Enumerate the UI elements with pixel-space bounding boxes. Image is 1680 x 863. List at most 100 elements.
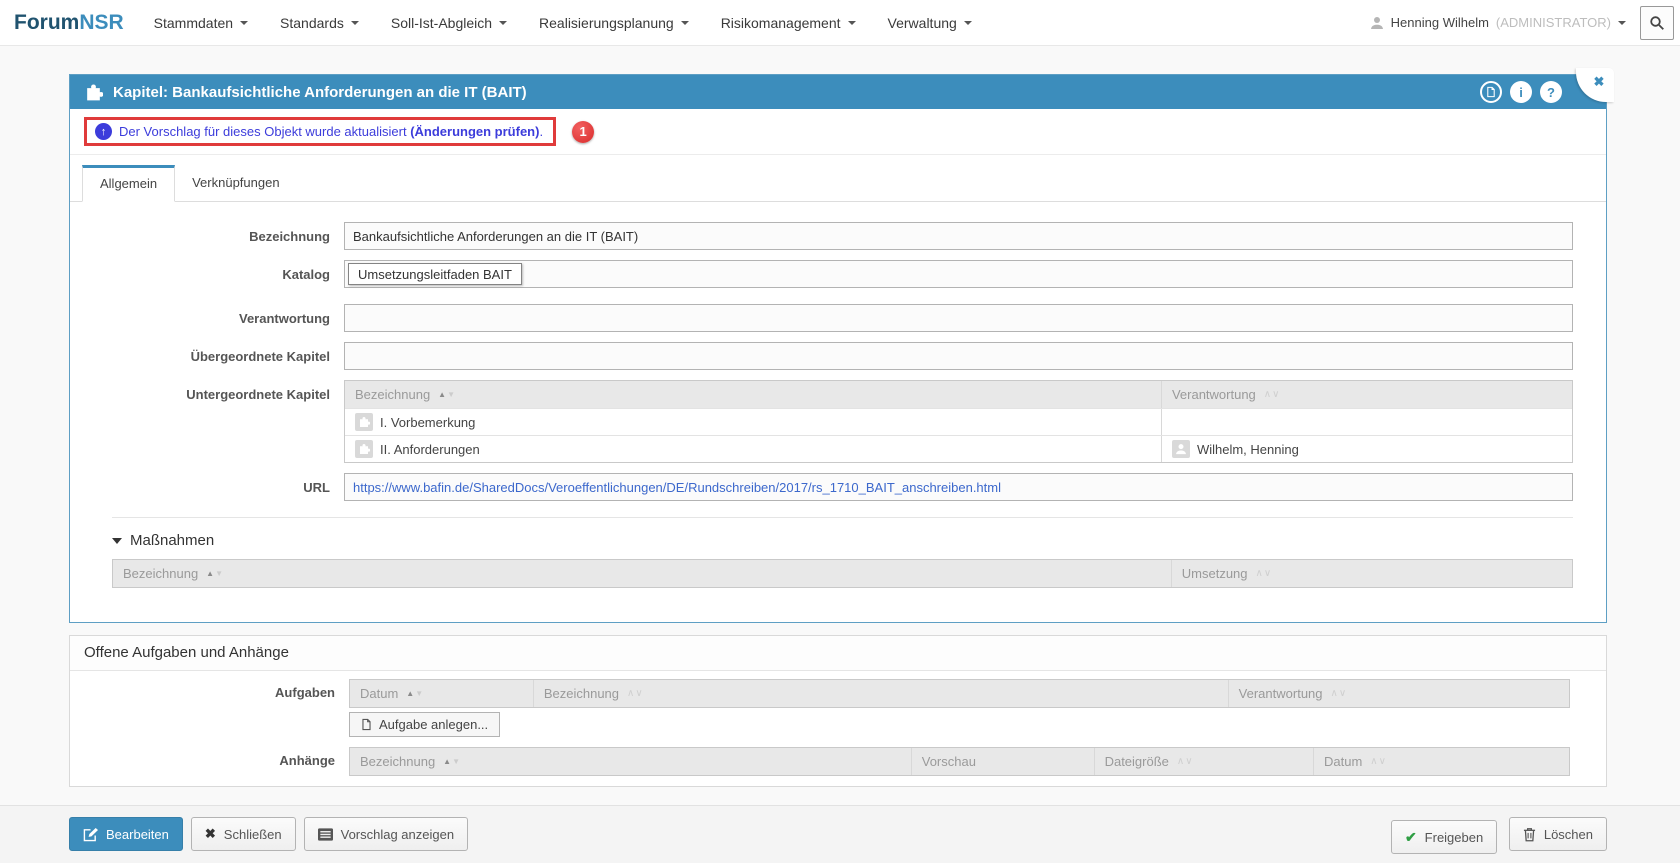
aufgaben-label: Aufgaben <box>84 679 349 700</box>
bezeichnung-label: Bezeichnung <box>112 222 344 244</box>
table-row[interactable]: II. Anforderungen Wilhelm, Henning <box>345 435 1572 462</box>
sort-asc-icon: ▲▼ <box>438 391 455 399</box>
sort-down-glyph: ▼ <box>215 570 223 578</box>
menu-soll-ist-abgleich[interactable]: Soll-Ist-Abgleich <box>391 15 507 31</box>
menu-label: Realisierungsplanung <box>539 15 674 31</box>
create-task-label: Aufgabe anlegen... <box>379 717 488 732</box>
aufgaben-table: Datum ▲▼ Bezeichnung ∧∨ Verantwortung ∧∨ <box>349 679 1570 708</box>
column-label: Bezeichnung <box>544 686 619 701</box>
logo-part-forum: Forum <box>14 11 79 34</box>
annotation-badge: 1 <box>572 121 594 143</box>
column-header-verantwortung[interactable]: Verantwortung ∧∨ <box>1228 680 1569 707</box>
action-bar: Bearbeiten ✖ Schließen Vorschlag anzeige… <box>0 805 1680 863</box>
kapitel-cell: II. Anforderungen <box>345 436 1161 462</box>
uebergeordnete-kapitel-label: Übergeordnete Kapitel <box>112 342 344 364</box>
verantwortung-label: Verantwortung <box>112 304 344 326</box>
main-menu: Stammdaten Standards Soll-Ist-Abgleich R… <box>154 15 972 31</box>
column-header-bezeichnung[interactable]: Bezeichnung ▲▼ <box>350 748 911 775</box>
sort-asc-icon: ▲▼ <box>443 758 460 766</box>
user-name: Henning Wilhelm <box>1391 15 1489 30</box>
tasks-panel-title: Offene Aufgaben und Anhänge <box>70 636 1606 671</box>
menu-label: Standards <box>280 15 344 31</box>
menu-risikomanagement[interactable]: Risikomanagement <box>721 15 856 31</box>
column-header-bezeichnung[interactable]: Bezeichnung ▲▼ <box>345 381 1161 408</box>
column-header-dateigroesse[interactable]: Dateigröße ∧∨ <box>1094 748 1313 775</box>
close-icon: ✖ <box>1594 74 1605 90</box>
menu-realisierungsplanung[interactable]: Realisierungsplanung <box>539 15 689 31</box>
action-bar-right: ✔ Freigeben Löschen <box>1391 817 1607 854</box>
kapitel-link[interactable]: I. Vorbemerkung <box>380 415 475 430</box>
info-button[interactable]: i <box>1510 81 1532 103</box>
tab-verknuepfungen[interactable]: Verknüpfungen <box>175 165 296 202</box>
schliessen-label: Schließen <box>224 827 282 842</box>
sort-down-glyph: ▼ <box>415 690 423 698</box>
sort-chevrons-icon: ∧∨ <box>1264 390 1281 400</box>
url-field[interactable] <box>344 473 1573 501</box>
column-label: Bezeichnung <box>123 566 198 581</box>
column-label: Umsetzung <box>1182 566 1248 581</box>
uebergeordnete-kapitel-field[interactable] <box>344 342 1573 370</box>
pdf-export-button[interactable] <box>1480 81 1502 103</box>
anhaenge-label: Anhänge <box>84 747 349 768</box>
info-icon: i <box>1519 85 1523 100</box>
check-icon: ✔ <box>1405 829 1417 846</box>
menu-label: Risikomanagement <box>721 15 841 31</box>
freigeben-button[interactable]: ✔ Freigeben <box>1391 820 1497 854</box>
user-icon <box>1370 16 1384 30</box>
table-row[interactable]: I. Vorbemerkung <box>345 408 1572 435</box>
sort-chevrons-icon: ∧∨ <box>1256 569 1273 579</box>
bezeichnung-field[interactable] <box>344 222 1573 250</box>
verantwortung-cell <box>1161 409 1572 435</box>
tab-allgemein[interactable]: Allgemein <box>82 165 175 202</box>
column-header-bezeichnung[interactable]: Bezeichnung ▲▼ <box>113 560 1171 587</box>
chevron-down-icon <box>964 21 972 25</box>
menu-label: Stammdaten <box>154 15 233 31</box>
notification-row: ↑ Der Vorschlag für dieses Objekt wurde … <box>70 109 1606 155</box>
menu-standards[interactable]: Standards <box>280 15 359 31</box>
notification-suffix: . <box>539 124 543 139</box>
column-header-umsetzung[interactable]: Umsetzung ∧∨ <box>1171 560 1572 587</box>
sort-down-glyph: ▼ <box>452 758 460 766</box>
user-menu[interactable]: Henning Wilhelm (ADMINISTRATOR) <box>1370 15 1626 30</box>
help-icon: ? <box>1547 85 1555 100</box>
freigeben-label: Freigeben <box>1425 830 1484 845</box>
column-header-bezeichnung[interactable]: Bezeichnung ∧∨ <box>533 680 1228 707</box>
menu-label: Verwaltung <box>888 15 957 31</box>
tasks-panel-body: Aufgaben Datum ▲▼ Bezeichnung ∧∨ Veran <box>70 671 1606 786</box>
chevron-down-icon <box>681 21 689 25</box>
arrow-up-glyph: ↑ <box>101 126 107 138</box>
kapitel-cell: I. Vorbemerkung <box>345 409 1161 435</box>
column-header-vorschau[interactable]: Vorschau <box>911 748 1094 775</box>
search-button[interactable] <box>1640 6 1674 40</box>
close-x-icon: ✖ <box>205 826 216 842</box>
column-label: Vorschau <box>922 754 976 769</box>
vorschlag-anzeigen-button[interactable]: Vorschlag anzeigen <box>304 817 468 851</box>
chevron-down-icon <box>351 21 359 25</box>
bearbeiten-button[interactable]: Bearbeiten <box>69 817 183 851</box>
table-header-row: Datum ▲▼ Bezeichnung ∧∨ Verantwortung ∧∨ <box>350 680 1569 707</box>
katalog-tag[interactable]: Umsetzungsleitfaden BAIT <box>348 263 522 285</box>
column-label: Bezeichnung <box>360 754 435 769</box>
column-header-verantwortung[interactable]: Verantwortung ∧∨ <box>1161 381 1572 408</box>
loeschen-button[interactable]: Löschen <box>1509 817 1607 851</box>
column-header-datum[interactable]: Datum ▲▼ <box>350 680 533 707</box>
column-label: Bezeichnung <box>355 387 430 402</box>
schliessen-button[interactable]: ✖ Schließen <box>191 817 296 851</box>
column-header-datum[interactable]: Datum ∧∨ <box>1313 748 1569 775</box>
section-divider <box>112 517 1573 518</box>
massnahmen-section-toggle[interactable]: Maßnahmen <box>112 532 1573 549</box>
sort-chevrons-icon: ∧∨ <box>1370 757 1387 767</box>
column-label: Verantwortung <box>1239 686 1323 701</box>
kapitel-link[interactable]: II. Anforderungen <box>380 442 480 457</box>
notification-action-link[interactable]: (Änderungen prüfen) <box>410 124 539 139</box>
search-icon <box>1649 15 1665 31</box>
menu-label: Soll-Ist-Abgleich <box>391 15 492 31</box>
sort-asc-icon: ▲▼ <box>206 570 223 578</box>
katalog-field[interactable]: Umsetzungsleitfaden BAIT <box>344 260 1573 288</box>
menu-stammdaten[interactable]: Stammdaten <box>154 15 248 31</box>
verantwortung-field[interactable] <box>344 304 1573 332</box>
notification-text[interactable]: Der Vorschlag für dieses Objekt wurde ak… <box>119 124 543 139</box>
create-task-button[interactable]: Aufgabe anlegen... <box>349 712 500 737</box>
menu-verwaltung[interactable]: Verwaltung <box>888 15 972 31</box>
help-button[interactable]: ? <box>1540 81 1562 103</box>
